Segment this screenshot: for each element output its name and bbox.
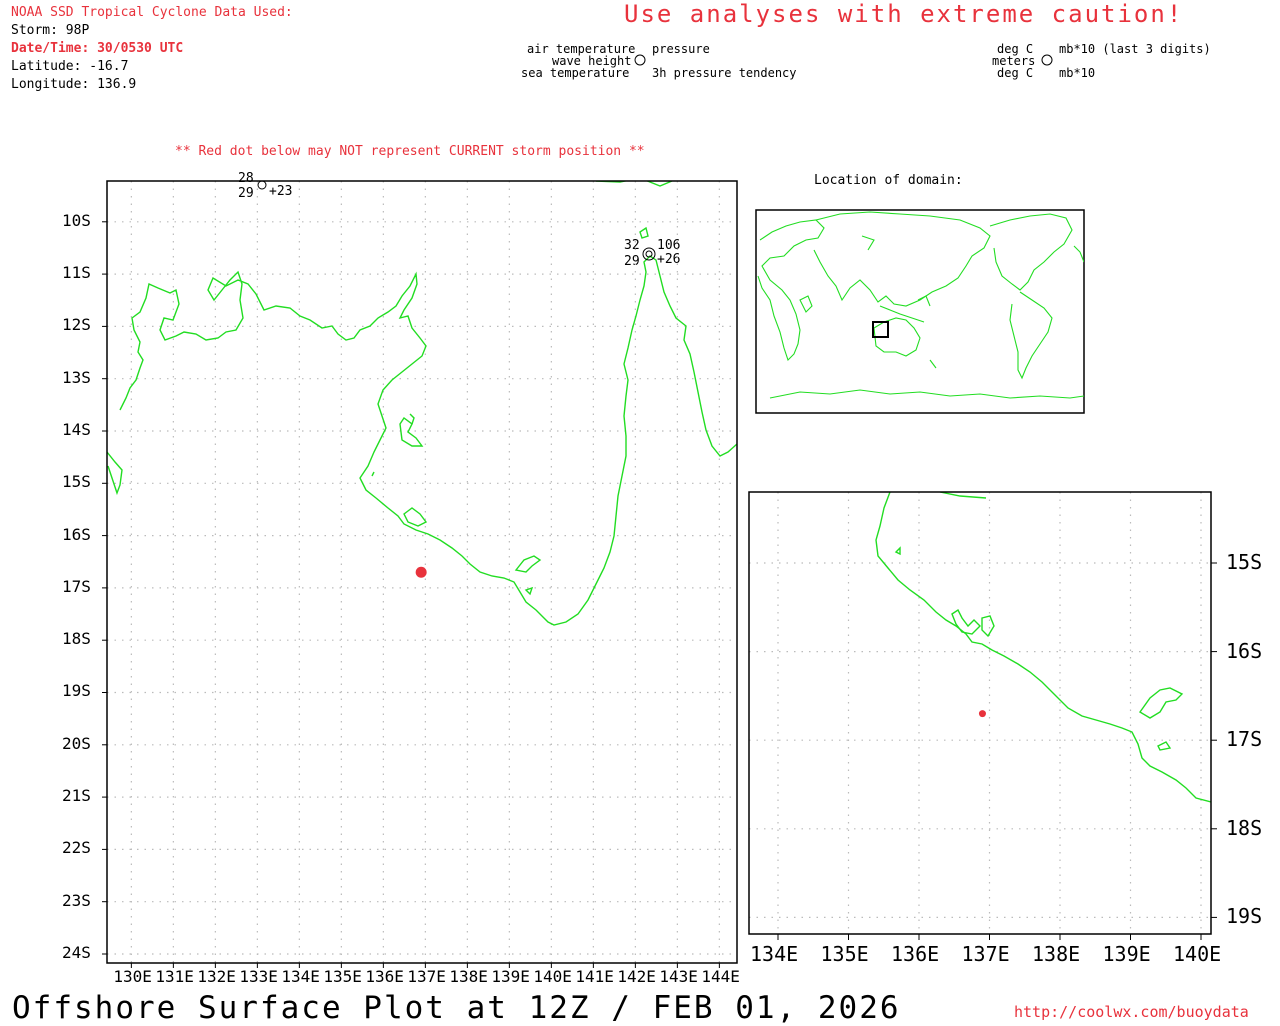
lon-label-135E: 135E bbox=[323, 967, 362, 986]
lon-label-134E: 134E bbox=[281, 967, 320, 986]
lon-label-138E: 138E bbox=[449, 967, 488, 986]
plot-title: Offshore Surface Plot at 12Z / FEB 01, 2… bbox=[12, 990, 901, 1026]
zoom-lat-label-19S: 19S bbox=[1226, 904, 1263, 929]
lon-label-132E: 132E bbox=[197, 967, 236, 986]
lon-label-141E: 141E bbox=[575, 967, 614, 986]
lat-label-10S: 10S bbox=[62, 210, 91, 230]
lat-label-21S: 21S bbox=[62, 786, 91, 806]
lon-label-140E: 140E bbox=[533, 967, 572, 986]
lon-label-136E: 136E bbox=[365, 967, 404, 986]
lat-label-12S: 12S bbox=[62, 315, 91, 335]
legend-units-symbol bbox=[1041, 54, 1053, 66]
zoom-lon-label-136E: 136E bbox=[891, 942, 940, 966]
zoom-lon-label-139E: 139E bbox=[1102, 942, 1151, 966]
lat-label-24S: 24S bbox=[62, 942, 91, 962]
lat-label-20S: 20S bbox=[62, 733, 91, 753]
lat-label-16S: 16S bbox=[62, 524, 91, 544]
zoom-map-coastline bbox=[875, 492, 1211, 803]
lat-label-11S: 11S bbox=[62, 263, 91, 283]
station-a-symbol bbox=[257, 180, 267, 190]
lat-label-15S: 15S bbox=[62, 472, 91, 492]
zoom-lon-label-137E: 137E bbox=[961, 942, 1010, 966]
zoom-lon-label-140E: 140E bbox=[1173, 942, 1222, 966]
lat-label-17S: 17S bbox=[62, 576, 91, 596]
station-b-symbol bbox=[642, 247, 656, 261]
lon-label-144E: 144E bbox=[701, 967, 740, 986]
lat-label-18S: 18S bbox=[62, 629, 91, 649]
lat-label-23S: 23S bbox=[62, 890, 91, 910]
zoom-lon-label-135E: 135E bbox=[820, 942, 869, 966]
lat-label-13S: 13S bbox=[62, 367, 91, 387]
zoom-lat-label-15S: 15S bbox=[1226, 550, 1263, 574]
lon-label-137E: 137E bbox=[407, 967, 446, 986]
zoom-map-ticks bbox=[777, 562, 1217, 940]
lat-label-19S: 19S bbox=[62, 681, 91, 701]
zoom-lat-label-18S: 18S bbox=[1226, 815, 1263, 840]
storm-position-dot[interactable] bbox=[415, 566, 427, 578]
zoom-lat-label-16S: 16S bbox=[1226, 638, 1263, 663]
lat-label-22S: 22S bbox=[62, 838, 91, 858]
map-canvas bbox=[102, 54, 1217, 968]
lon-label-142E: 142E bbox=[617, 967, 656, 986]
zoom-storm-position-dot[interactable] bbox=[978, 710, 986, 718]
main-map-coastline bbox=[107, 181, 737, 626]
lat-label-14S: 14S bbox=[62, 419, 91, 439]
lon-label-131E: 131E bbox=[155, 967, 194, 986]
legend-station-symbol bbox=[634, 54, 646, 66]
world-inset bbox=[755, 209, 1085, 414]
lon-label-133E: 133E bbox=[239, 967, 278, 986]
zoom-lon-label-138E: 138E bbox=[1032, 942, 1081, 966]
lon-label-130E: 130E bbox=[113, 967, 152, 986]
zoom-lon-label-134E: 134E bbox=[750, 942, 799, 966]
lon-label-143E: 143E bbox=[659, 967, 698, 986]
lon-label-139E: 139E bbox=[491, 967, 530, 986]
source-url-link[interactable]: http://coolwx.com/buoydata bbox=[1014, 1003, 1249, 1021]
zoom-lat-label-17S: 17S bbox=[1226, 727, 1263, 752]
